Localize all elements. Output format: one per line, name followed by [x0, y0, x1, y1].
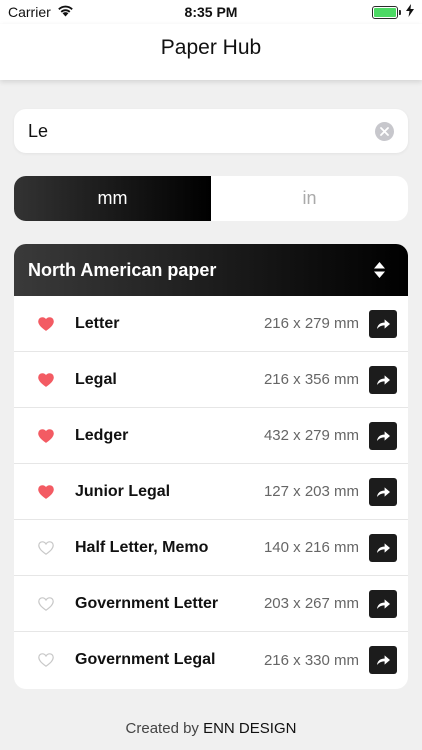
- unit-option-mm[interactable]: mm: [14, 176, 211, 221]
- status-bar: Carrier 8:35 PM: [0, 0, 422, 24]
- share-button[interactable]: [369, 365, 397, 394]
- share-button[interactable]: [369, 309, 397, 338]
- clear-search-button[interactable]: [375, 121, 394, 141]
- paper-name: Ledger: [75, 426, 129, 444]
- footer-prefix: Created by: [125, 720, 199, 737]
- favorite-heart-icon[interactable]: [38, 372, 56, 388]
- share-button[interactable]: [369, 589, 397, 618]
- nav-bar: Paper Hub: [0, 24, 422, 80]
- favorite-heart-icon[interactable]: [38, 484, 56, 500]
- paper-size: 216 x 356 mm: [263, 371, 359, 388]
- list-item[interactable]: Government Letter 203 x 267 mm: [14, 576, 408, 632]
- battery-fill: [374, 7, 396, 17]
- paper-list: Letter 216 x 279 mm Legal 216 x 356 mm Ledge…: [14, 296, 408, 688]
- paper-name: Government Letter: [75, 594, 219, 612]
- list-item[interactable]: Ledger 432 x 279 mm: [14, 408, 408, 464]
- paper-name: Junior Legal: [75, 482, 171, 500]
- page-title: Paper Hub: [160, 36, 262, 59]
- share-arrow-icon: [376, 486, 390, 497]
- favorite-heart-icon[interactable]: [38, 428, 56, 444]
- share-arrow-icon: [376, 318, 390, 329]
- paper-size: 127 x 203 mm: [263, 483, 359, 500]
- close-icon: [380, 126, 389, 136]
- footer-credit: Created by ENN DESIGN: [0, 720, 422, 737]
- unit-option-in[interactable]: in: [211, 176, 408, 221]
- section-selector[interactable]: North American paper: [14, 244, 408, 296]
- favorite-heart-icon[interactable]: [38, 316, 56, 332]
- share-arrow-icon: [376, 542, 390, 553]
- share-arrow-icon: [376, 655, 390, 665]
- share-arrow-icon: [376, 430, 390, 441]
- paper-size: 203 x 267 mm: [263, 595, 359, 612]
- list-item[interactable]: Government Legal 216 x 330 mm: [14, 632, 408, 688]
- footer-brand[interactable]: ENN DESIGN: [203, 720, 296, 737]
- favorite-heart-icon[interactable]: [38, 652, 56, 668]
- search-input[interactable]: [28, 120, 375, 142]
- share-button[interactable]: [369, 421, 397, 450]
- list-item[interactable]: Half Letter, Memo 140 x 216 mm: [14, 520, 408, 576]
- share-button[interactable]: [369, 533, 397, 562]
- sort-arrows-icon: [374, 262, 385, 278]
- favorite-heart-icon[interactable]: [38, 540, 56, 556]
- paper-size: 216 x 279 mm: [263, 315, 359, 332]
- paper-list-card: North American paper Letter 216 x 279 mm L…: [14, 244, 408, 689]
- paper-name: Government Legal: [75, 651, 216, 668]
- charging-bolt-icon: [406, 4, 414, 20]
- status-right: [372, 4, 414, 20]
- paper-name: Letter: [75, 314, 120, 332]
- share-arrow-icon: [376, 374, 390, 385]
- share-button[interactable]: [369, 477, 397, 506]
- section-title: North American paper: [28, 259, 217, 280]
- favorite-heart-icon[interactable]: [38, 596, 56, 612]
- list-item[interactable]: Legal 216 x 356 mm: [14, 352, 408, 408]
- paper-size: 432 x 279 mm: [263, 427, 359, 444]
- search-field[interactable]: [14, 109, 408, 153]
- list-item[interactable]: Junior Legal 127 x 203 mm: [14, 464, 408, 520]
- paper-size: 216 x 330 mm: [263, 651, 359, 669]
- battery-icon: [372, 5, 401, 19]
- list-item[interactable]: Letter 216 x 279 mm: [14, 296, 408, 352]
- share-button[interactable]: [369, 646, 397, 674]
- paper-size: 140 x 216 mm: [263, 539, 359, 556]
- paper-name: Legal: [75, 370, 117, 388]
- clock: 8:35 PM: [184, 4, 238, 20]
- paper-name: Half Letter, Memo: [75, 538, 209, 556]
- unit-segmented-control: mm in: [14, 176, 408, 221]
- share-arrow-icon: [376, 598, 390, 609]
